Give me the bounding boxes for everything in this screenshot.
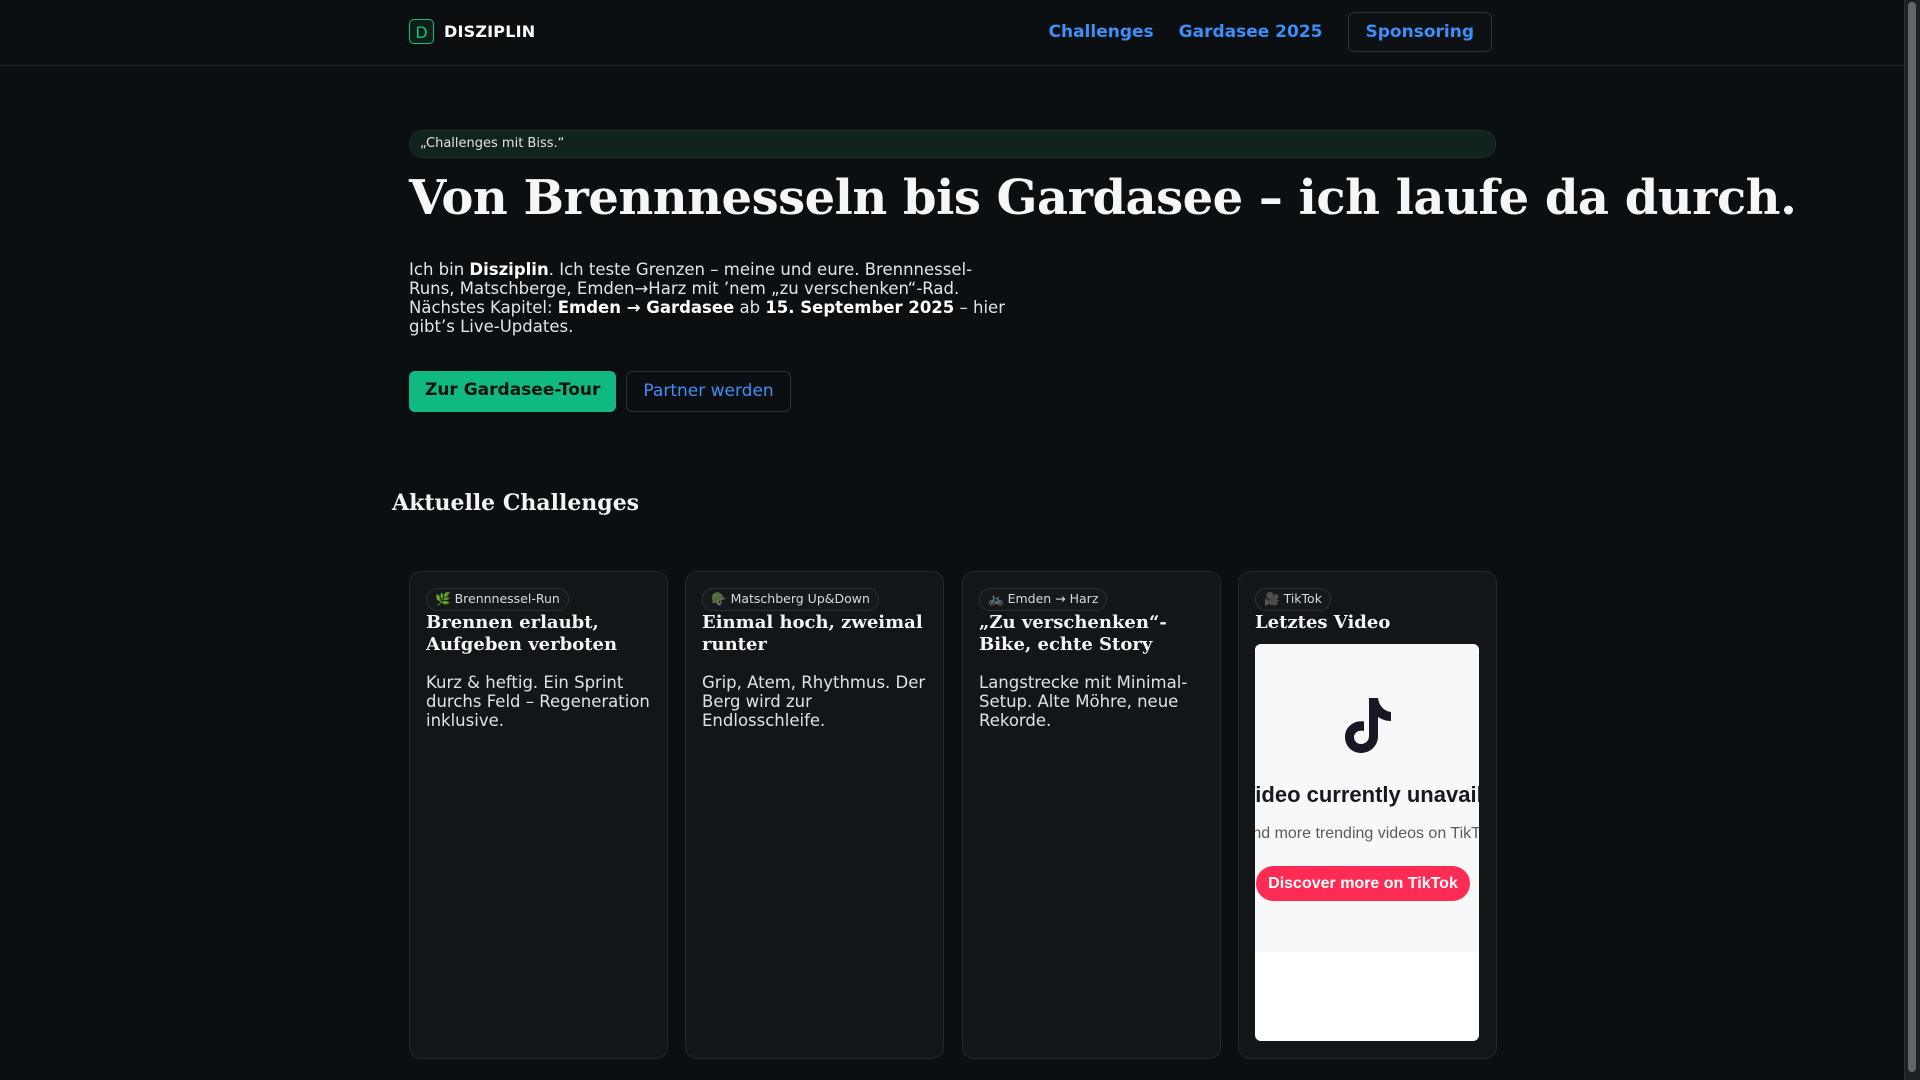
card-tag-label: Emden → Harz bbox=[1007, 591, 1099, 606]
card-tag-label: Matschberg Up&Down bbox=[730, 591, 870, 606]
nav-link-gardasee-2025[interactable]: Gardasee 2025 bbox=[1179, 22, 1323, 42]
intro-text-3: ab bbox=[734, 298, 766, 317]
card-tag: 🚲 Emden → Harz bbox=[979, 588, 1108, 611]
discover-tiktok-button[interactable]: Discover more on TikTok bbox=[1256, 866, 1470, 901]
brand-logo[interactable]: D DISZIPLIN bbox=[409, 19, 535, 44]
nav-link-challenges[interactable]: Challenges bbox=[1048, 22, 1153, 42]
partner-werden-button[interactable]: Partner werden bbox=[626, 371, 791, 412]
card-title: Brennen erlaubt, Aufgeben verboten bbox=[426, 612, 618, 655]
card-tag: 🌿 Brennnessel-Run bbox=[426, 588, 569, 611]
herb-icon: 🌿 bbox=[435, 591, 451, 606]
helmet-icon: 🪖 bbox=[711, 591, 727, 606]
tiktok-embed[interactable]: Video currently unavailable Find more tr… bbox=[1255, 644, 1479, 1041]
card-text: Grip, Atem, Rhythmus. Der Berg wird zur … bbox=[702, 673, 926, 730]
intro-text-1: Ich bin bbox=[409, 260, 470, 279]
hero-title: Von Brennnesseln bis Gardasee – ich lauf… bbox=[409, 170, 1797, 226]
hero-cta-row: Zur Gardasee-Tour Partner werden bbox=[409, 371, 791, 412]
card-tag-label: TikTok bbox=[1283, 591, 1322, 606]
challenge-card-matschberg[interactable]: 🪖 Matschberg Up&Down Einmal hoch, zweimal… bbox=[685, 571, 944, 1059]
tiktok-trending-text: Find more trending videos on TikTok bbox=[1255, 825, 1479, 842]
sponsoring-button[interactable]: Sponsoring bbox=[1347, 12, 1492, 52]
video-camera-icon: 🎥 bbox=[1264, 591, 1280, 606]
card-title: Einmal hoch, zweimal runter bbox=[702, 612, 923, 655]
gardasee-tour-button[interactable]: Zur Gardasee-Tour bbox=[409, 371, 617, 412]
challenge-card-tiktok: 🎥TikTok Letztes Video Video currently un… bbox=[1238, 571, 1497, 1059]
challenges-heading: Aktuelle Challenges bbox=[392, 490, 640, 516]
challenge-card-emden-harz[interactable]: 🚲 Emden → Harz „Zu verschenken“-Bike, ech… bbox=[962, 571, 1221, 1059]
card-text: Kurz & heftig. Ein Sprint durchs Feld – … bbox=[426, 673, 650, 730]
brand-name: DISZIPLIN bbox=[444, 22, 536, 41]
tiktok-unavailable-text: Video currently unavailable bbox=[1255, 782, 1479, 807]
card-title: „Zu verschenken“-Bike, echte Story bbox=[979, 612, 1167, 655]
scrollbar-thumb[interactable] bbox=[1908, 2, 1916, 1072]
card-title: Letztes Video bbox=[1255, 612, 1391, 633]
intro-name: Disziplin bbox=[469, 260, 549, 279]
tagline-pill: „Challenges mit Biss.“ bbox=[409, 130, 1496, 158]
card-tag: 🎥 TikTok bbox=[1255, 588, 1331, 611]
logo-mark-icon: D bbox=[409, 19, 434, 44]
bicycle-icon: 🚲 bbox=[988, 591, 1004, 606]
tiktok-logo-icon bbox=[1345, 698, 1391, 753]
intro-date: 15. September 2025 bbox=[765, 298, 955, 317]
hero-intro-text: Ich bin Disziplin. Ich teste Grenzen – m… bbox=[409, 260, 1014, 336]
page-scrollbar[interactable] bbox=[1904, 0, 1920, 1080]
main-nav: Challenges Gardasee 2025 Sponsoring bbox=[1048, 12, 1492, 52]
card-tag: 🪖 Matschberg Up&Down bbox=[702, 588, 879, 611]
tiktok-embed-panel: Video currently unavailable Find more tr… bbox=[1255, 644, 1479, 952]
card-text: Langstrecke mit Minimal-Setup. Alte Möhr… bbox=[979, 673, 1188, 730]
card-tag-label: Brennnessel-Run bbox=[454, 591, 560, 606]
top-navigation-bar: D DISZIPLIN Challenges Gardasee 2025 Spo… bbox=[0, 0, 1905, 66]
intro-route: Emden → Gardasee bbox=[557, 298, 735, 317]
challenge-card-brennnessel[interactable]: 🌿 Brennnessel-Run Brennen erlaubt, Aufgeb… bbox=[409, 571, 668, 1059]
